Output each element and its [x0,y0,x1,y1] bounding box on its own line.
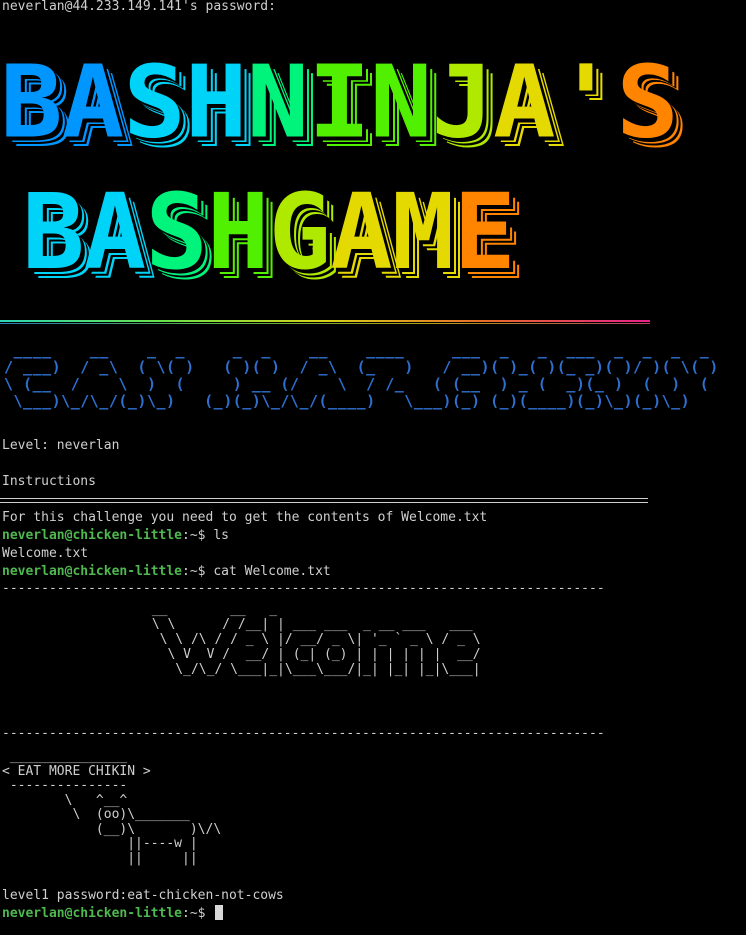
banner-letter: H [184,43,248,161]
banner-letter: B [0,43,63,161]
terminal-cursor[interactable] [215,905,224,920]
command-line-cat: neverlan@chicken-little:~$ cat Welcome.t… [2,563,331,581]
banner-letter: J [431,43,494,161]
ls-output: Welcome.txt [2,546,89,561]
banner-letter: S [145,171,208,293]
command-text: ls [205,528,229,543]
banner-bash-game: BASH GAME [22,171,516,293]
level-text: Level: neverlan [2,438,120,453]
prompt-user: neverlan@chicken-little [2,528,183,543]
banner-letter: M [391,171,455,293]
dashes-bottom: ----------------------------------------… [2,726,605,741]
prompt-path: :~$ [182,564,206,579]
banner-letter: H [206,171,270,293]
rainbow-divider-shadow [0,323,650,324]
prompt-path: :~$ [182,906,206,921]
password-prompt: neverlan@44.233.149.141's password: [2,0,276,14]
banner-letter: A [61,43,125,161]
banner-letter: S [123,43,186,161]
banner-letter: A [493,43,556,161]
prompt-user: neverlan@chicken-little [2,564,183,579]
command-line-current[interactable]: neverlan@chicken-little:~$ [2,905,224,923]
can-haz-chikin-art: ____ __ _ _ _ _ __ ____ ___ _ _ ___ _ _ … [4,341,719,410]
banner-letter: B [22,171,85,293]
dashes-top: ----------------------------------------… [2,581,605,596]
banner-letter: ' [554,43,618,161]
command-text: cat Welcome.txt [205,564,331,579]
banner-letter: S [616,43,679,161]
banner-letter: A [83,171,147,293]
banner-letter: E [453,171,516,293]
instructions-heading: Instructions [2,474,96,489]
terminal-window[interactable]: neverlan@44.233.149.141's password: BASH… [0,0,746,935]
command-line-ls: neverlan@chicken-little:~$ ls [2,527,229,545]
rainbow-divider [0,320,650,322]
password-output: level1 password:eat-chicken-not-cows [2,888,284,903]
banner-letter: G [268,171,332,293]
banner-bashninjas: BASHNINJA'S [0,43,679,161]
prompt-path: :~$ [182,528,206,543]
banner-letter: I [308,43,371,161]
instructions-divider [0,498,648,503]
banner-letter: N [369,43,433,161]
instructions-text: For this challenge you need to get the c… [2,510,488,525]
banner-letter: N [246,43,310,161]
cow-ascii-art: _______________ < EAT MORE CHIKIN > ----… [2,749,222,866]
prompt-user: neverlan@chicken-little [2,906,183,921]
welcome-ascii-art: __ __ _ \ \ / /__| | ___ ___ _ __ ___ __… [151,602,481,677]
banner-letter: A [330,171,393,293]
